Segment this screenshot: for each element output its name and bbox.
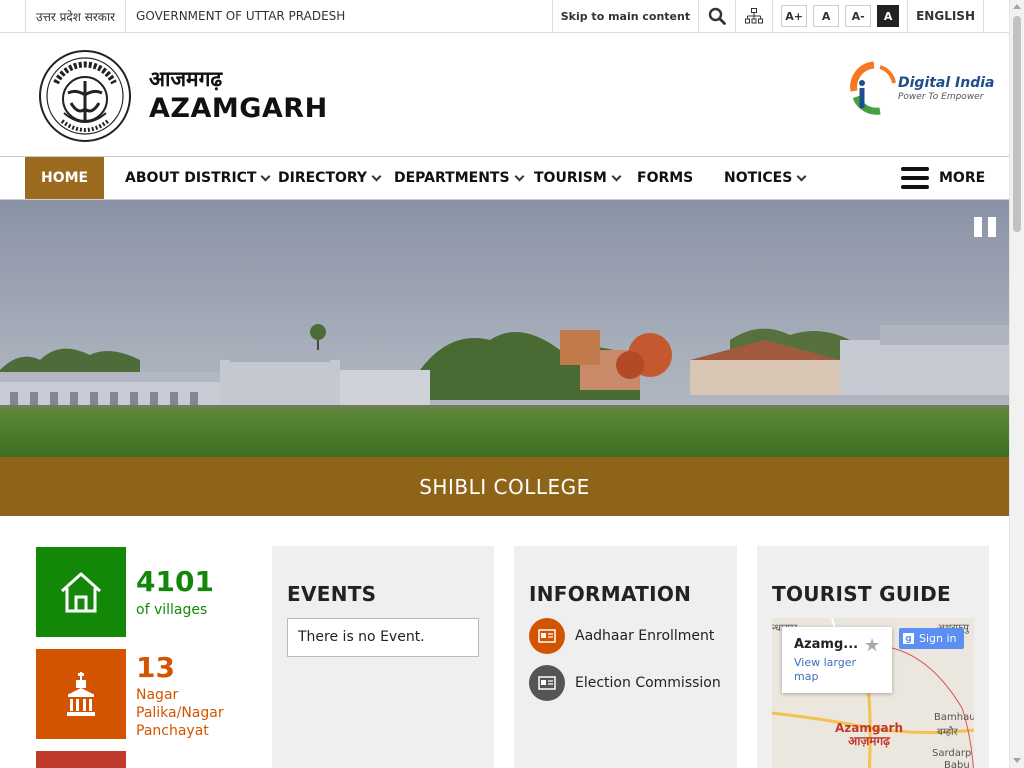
pause-slider-button[interactable] <box>974 217 996 237</box>
map-city-name-hindi: आज़मगढ़ <box>848 734 890 748</box>
map-place-name: Azamg... <box>794 637 859 652</box>
more-label: MORE <box>939 170 986 186</box>
search-icon[interactable] <box>699 0 735 32</box>
hero-slider: SHIBLI COLLEGE <box>0 200 1009 516</box>
nav-item-about-district[interactable]: ABOUT DISTRICT <box>125 157 271 199</box>
events-title: EVENTS <box>287 582 377 606</box>
digital-india-icon <box>850 61 896 115</box>
view-larger-map-link[interactable]: View larger map <box>794 656 864 684</box>
info-item-label: Election Commission <box>575 675 721 691</box>
map-place-label: बम्हौर <box>937 727 958 738</box>
star-icon[interactable]: ★ <box>864 635 880 656</box>
tourist-guide-card: TOURIST GUIDE न्धारपुर अशरफपु Azamg... ★… <box>757 546 989 768</box>
information-card: INFORMATION Aadhaar Enrollment Election … <box>514 546 737 768</box>
high-contrast-button[interactable]: A <box>877 5 900 27</box>
nav-item-forms[interactable]: FORMS <box>637 157 693 199</box>
chevron-down-icon <box>261 171 271 181</box>
nav-item-label: DEPARTMENTS <box>394 170 510 186</box>
chevron-down-icon <box>514 171 524 181</box>
slide-caption: SHIBLI COLLEGE <box>0 457 1009 516</box>
events-card: EVENTS There is no Event. <box>272 546 494 768</box>
map-place-label: Bamhau <box>934 712 974 723</box>
digital-india-logo[interactable]: Digital India Power To Empower <box>850 61 995 117</box>
stat-nagar-palika: 13 Nagar Palika/Nagar Panchayat <box>36 649 226 739</box>
site-title[interactable]: AZAMGARH <box>149 93 328 124</box>
info-item-label: Aadhaar Enrollment <box>575 628 715 644</box>
nav-item-notices[interactable]: NOTICES <box>724 157 807 199</box>
font-normal-button[interactable]: A <box>813 5 840 27</box>
vertical-scrollbar[interactable] <box>1009 0 1024 768</box>
language-toggle[interactable]: ENGLISH <box>908 9 983 23</box>
nav-item-tourism[interactable]: TOURISM <box>534 157 622 199</box>
gov-hindi-link[interactable]: उत्तर प्रदेश सरकार <box>26 8 125 25</box>
tourist-guide-title: TOURIST GUIDE <box>772 582 951 606</box>
page: उत्तर प्रदेश सरकार GOVERNMENT OF UTTAR P… <box>0 0 1024 768</box>
map-info-popup: Azamg... ★ View larger map <box>782 627 892 693</box>
scrollbar-thumb[interactable] <box>1013 16 1021 232</box>
villages-label: of villages <box>136 602 208 618</box>
sitemap-icon[interactable] <box>736 0 772 32</box>
digital-india-tagline: Power To Empower <box>898 92 984 102</box>
nagar-palika-count: 13 <box>136 651 175 684</box>
map-city-label: Azamgarh आज़मगढ़ <box>835 722 903 748</box>
site-title-hindi[interactable]: आजमगढ़ <box>149 65 222 93</box>
nav-item-label: HOME <box>41 170 89 186</box>
site-header: आजमगढ़ AZAMGARH Digital India Power To E… <box>0 33 1009 157</box>
main-navigation: HOME ABOUT DISTRICT DIRECTORY DEPARTMENT… <box>0 157 1009 200</box>
scroll-down-arrow-icon[interactable] <box>1013 758 1021 763</box>
scroll-up-arrow-icon[interactable] <box>1013 4 1021 9</box>
map-place-label: Babu <box>944 760 970 768</box>
stat-villages: 4101 of villages <box>36 547 226 637</box>
more-menu-button[interactable]: MORE <box>901 157 985 199</box>
font-increase-button[interactable]: A+ <box>781 5 808 27</box>
digital-india-title: Digital India <box>898 75 995 91</box>
election-commission-link[interactable]: Election Commission <box>529 665 721 701</box>
no-event-message: There is no Event. <box>287 618 479 657</box>
top-bar-right: Skip to main content A+ A A- A ENGLISH <box>551 0 984 32</box>
stat-third <box>36 751 226 768</box>
information-title: INFORMATION <box>529 582 692 606</box>
sign-in-label: Sign in <box>919 632 957 645</box>
map-place-label: Sardarp <box>932 748 972 759</box>
id-card-icon <box>529 618 565 654</box>
chevron-down-icon <box>371 171 382 181</box>
nav-item-label: TOURISM <box>534 170 607 186</box>
aadhaar-enrollment-link[interactable]: Aadhaar Enrollment <box>529 618 714 654</box>
nagar-palika-label: Nagar Palika/Nagar Panchayat <box>136 687 224 739</box>
google-icon: g <box>903 633 914 644</box>
chevron-down-icon <box>796 171 807 181</box>
village-home-icon <box>36 547 126 637</box>
divider <box>983 0 984 32</box>
gov-english-link[interactable]: GOVERNMENT OF UTTAR PRADESH <box>126 9 355 23</box>
nav-item-home[interactable]: HOME <box>25 157 105 199</box>
nav-item-directory[interactable]: DIRECTORY <box>278 157 382 199</box>
municipal-building-icon <box>36 649 126 739</box>
chevron-down-icon <box>611 171 622 181</box>
id-card-icon <box>529 665 565 701</box>
nav-item-label: FORMS <box>637 170 694 186</box>
hamburger-menu-icon <box>901 167 929 189</box>
shibli-college-photo <box>0 200 1009 457</box>
villages-count: 4101 <box>136 565 214 598</box>
stat-icon-box <box>36 751 126 768</box>
skip-to-main-content-link[interactable]: Skip to main content <box>553 10 698 23</box>
top-bar: उत्तर प्रदेश सरकार GOVERNMENT OF UTTAR P… <box>0 0 1009 33</box>
nav-item-label: DIRECTORY <box>278 170 368 186</box>
nav-item-label: NOTICES <box>724 170 793 186</box>
embedded-map[interactable]: न्धारपुर अशरफपु Azamg... ★ View larger m… <box>772 618 974 768</box>
nav-item-departments[interactable]: DEPARTMENTS <box>394 157 524 199</box>
font-decrease-button[interactable]: A- <box>845 5 872 27</box>
map-sign-in-button[interactable]: g Sign in <box>899 628 964 649</box>
up-government-emblem-icon[interactable] <box>38 49 132 143</box>
top-bar-left: उत्तर प्रदेश सरकार GOVERNMENT OF UTTAR P… <box>25 0 355 32</box>
nav-item-label: ABOUT DISTRICT <box>125 170 257 186</box>
